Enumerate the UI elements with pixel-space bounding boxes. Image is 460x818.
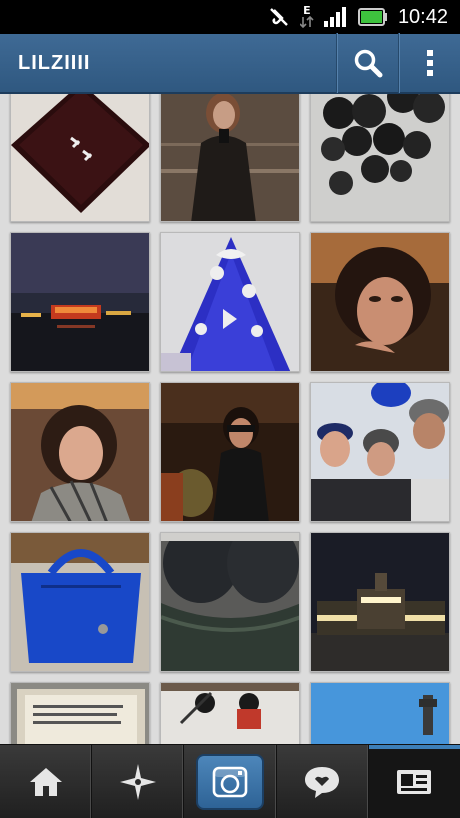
photo-thumbnail[interactable] bbox=[310, 94, 450, 222]
photo-thumbnail[interactable] bbox=[310, 682, 450, 744]
photo-thumbnail[interactable] bbox=[160, 382, 300, 522]
photo-thumbnail[interactable] bbox=[10, 532, 150, 672]
photo-thumbnail[interactable] bbox=[310, 382, 450, 522]
page-title: LILZIIII bbox=[18, 51, 91, 74]
photo-thumbnail[interactable] bbox=[10, 382, 150, 522]
photo-grid bbox=[0, 94, 460, 744]
photo-thumbnail[interactable] bbox=[310, 532, 450, 672]
camera-button[interactable] bbox=[196, 753, 264, 810]
bottom-nav bbox=[0, 744, 460, 818]
overflow-menu-button[interactable] bbox=[398, 33, 460, 93]
nav-profile-button[interactable] bbox=[368, 745, 460, 818]
nav-explore-button[interactable] bbox=[92, 745, 185, 818]
photo-thumbnail[interactable] bbox=[160, 94, 300, 222]
network-type-label: E bbox=[303, 4, 311, 17]
photo-thumbnail[interactable] bbox=[10, 232, 150, 372]
explore-icon bbox=[119, 763, 156, 800]
photo-thumbnail[interactable] bbox=[10, 682, 150, 744]
status-bar: E 10:42 bbox=[0, 0, 460, 34]
search-button[interactable] bbox=[336, 33, 398, 93]
nav-news-button[interactable] bbox=[277, 745, 369, 818]
battery-icon bbox=[357, 8, 388, 26]
home-icon bbox=[29, 767, 62, 796]
data-network-icon: E bbox=[299, 4, 314, 28]
photo-thumbnail[interactable] bbox=[160, 232, 300, 372]
camera-icon bbox=[212, 766, 248, 797]
search-icon bbox=[354, 49, 382, 78]
photo-thumbnail[interactable] bbox=[160, 532, 300, 672]
signal-strength-icon bbox=[323, 7, 348, 27]
photo-thumbnail[interactable] bbox=[160, 682, 300, 744]
nav-camera-button[interactable] bbox=[184, 745, 277, 818]
action-bar: LILZIIII bbox=[0, 33, 460, 94]
profile-icon bbox=[397, 769, 432, 794]
overflow-menu-icon bbox=[426, 50, 433, 76]
nav-home-button[interactable] bbox=[0, 745, 93, 818]
mute-icon bbox=[268, 6, 290, 28]
news-icon bbox=[305, 766, 340, 798]
photo-thumbnail[interactable] bbox=[310, 232, 450, 372]
photo-thumbnail[interactable] bbox=[10, 94, 150, 222]
clock: 10:42 bbox=[397, 5, 448, 28]
